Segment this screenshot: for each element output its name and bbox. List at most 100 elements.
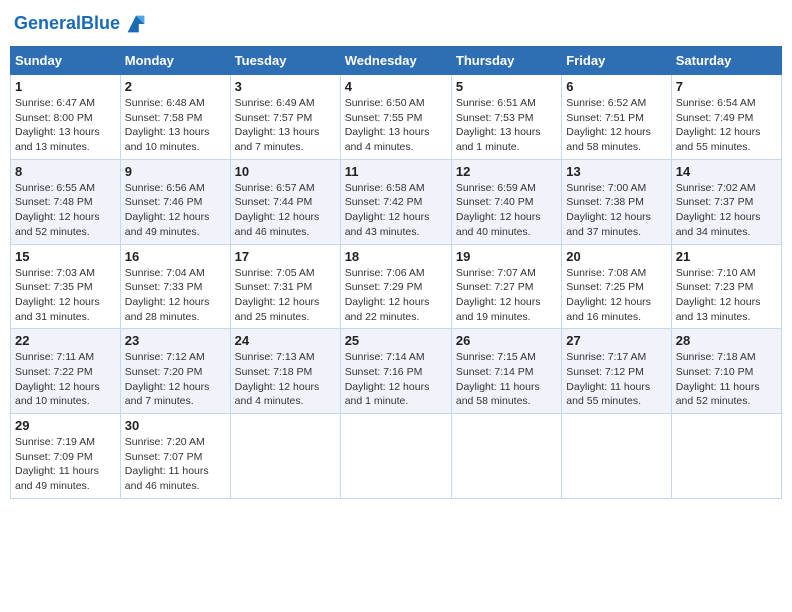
calendar-cell: 15Sunrise: 7:03 AMSunset: 7:35 PMDayligh…	[11, 244, 121, 329]
day-info: Sunrise: 6:56 AMSunset: 7:46 PMDaylight:…	[125, 181, 226, 240]
calendar-week-row: 22 Sunrise: 7:11 AMSunset: 7:22 PMDayligh…	[11, 329, 782, 414]
day-number: 11	[345, 164, 447, 179]
day-number: 3	[235, 79, 336, 94]
calendar-cell: 29Sunrise: 7:19 AMSunset: 7:09 PMDayligh…	[11, 414, 121, 499]
day-info: Sunrise: 6:48 AMSunset: 7:58 PMDaylight:…	[125, 96, 226, 155]
day-info: Sunrise: 6:51 AMSunset: 7:53 PMDaylight:…	[456, 96, 557, 155]
calendar-cell: 3 Sunrise: 6:49 AMSunset: 7:57 PMDaylight…	[230, 75, 340, 160]
calendar-cell: 27 Sunrise: 7:17 AMSunset: 7:12 PMDayligh…	[562, 329, 671, 414]
header-friday: Friday	[562, 47, 671, 75]
day-info: Sunrise: 7:05 AMSunset: 7:31 PMDaylight:…	[235, 266, 336, 325]
day-info: Sunrise: 7:18 AMSunset: 7:10 PMDaylight:…	[676, 350, 777, 409]
logo-general: General	[14, 13, 81, 33]
calendar-cell: 5 Sunrise: 6:51 AMSunset: 7:53 PMDaylight…	[451, 75, 561, 160]
day-info: Sunrise: 7:20 AMSunset: 7:07 PMDaylight:…	[125, 435, 226, 494]
calendar-cell	[562, 414, 671, 499]
calendar-cell: 17 Sunrise: 7:05 AMSunset: 7:31 PMDayligh…	[230, 244, 340, 329]
header-tuesday: Tuesday	[230, 47, 340, 75]
calendar-cell: 7 Sunrise: 6:54 AMSunset: 7:49 PMDaylight…	[671, 75, 781, 160]
day-number: 5	[456, 79, 557, 94]
day-number: 16	[125, 249, 226, 264]
day-info: Sunrise: 6:47 AMSunset: 8:00 PMDaylight:…	[15, 96, 116, 155]
calendar-cell: 23 Sunrise: 7:12 AMSunset: 7:20 PMDayligh…	[120, 329, 230, 414]
logo-icon	[122, 10, 150, 38]
day-info: Sunrise: 7:19 AMSunset: 7:09 PMDaylight:…	[15, 435, 116, 494]
calendar-cell	[230, 414, 340, 499]
day-number: 20	[566, 249, 666, 264]
day-info: Sunrise: 6:54 AMSunset: 7:49 PMDaylight:…	[676, 96, 777, 155]
calendar-cell: 13Sunrise: 7:00 AMSunset: 7:38 PMDayligh…	[562, 159, 671, 244]
day-number: 6	[566, 79, 666, 94]
day-info: Sunrise: 6:58 AMSunset: 7:42 PMDaylight:…	[345, 181, 447, 240]
day-number: 12	[456, 164, 557, 179]
calendar-week-row: 15Sunrise: 7:03 AMSunset: 7:35 PMDayligh…	[11, 244, 782, 329]
day-number: 8	[15, 164, 116, 179]
day-info: Sunrise: 6:49 AMSunset: 7:57 PMDaylight:…	[235, 96, 336, 155]
calendar-cell: 4Sunrise: 6:50 AMSunset: 7:55 PMDaylight…	[340, 75, 451, 160]
header-thursday: Thursday	[451, 47, 561, 75]
header-monday: Monday	[120, 47, 230, 75]
day-number: 17	[235, 249, 336, 264]
day-info: Sunrise: 6:59 AMSunset: 7:40 PMDaylight:…	[456, 181, 557, 240]
calendar-cell: 6Sunrise: 6:52 AMSunset: 7:51 PMDaylight…	[562, 75, 671, 160]
calendar-cell: 26 Sunrise: 7:15 AMSunset: 7:14 PMDayligh…	[451, 329, 561, 414]
calendar-cell: 1 Sunrise: 6:47 AMSunset: 8:00 PMDaylight…	[11, 75, 121, 160]
calendar-week-row: 8 Sunrise: 6:55 AMSunset: 7:48 PMDaylight…	[11, 159, 782, 244]
day-info: Sunrise: 7:11 AMSunset: 7:22 PMDaylight:…	[15, 350, 116, 409]
day-info: Sunrise: 7:15 AMSunset: 7:14 PMDaylight:…	[456, 350, 557, 409]
logo-blue: Blue	[81, 13, 120, 33]
calendar-cell: 11 Sunrise: 6:58 AMSunset: 7:42 PMDayligh…	[340, 159, 451, 244]
page: GeneralBlue Sunday Monday Tuesday Wednes…	[0, 0, 792, 509]
calendar-cell: 28 Sunrise: 7:18 AMSunset: 7:10 PMDayligh…	[671, 329, 781, 414]
calendar-cell: 21 Sunrise: 7:10 AMSunset: 7:23 PMDayligh…	[671, 244, 781, 329]
logo: GeneralBlue	[14, 10, 150, 38]
day-number: 2	[125, 79, 226, 94]
day-info: Sunrise: 7:06 AMSunset: 7:29 PMDaylight:…	[345, 266, 447, 325]
calendar-cell: 18Sunrise: 7:06 AMSunset: 7:29 PMDayligh…	[340, 244, 451, 329]
day-number: 1	[15, 79, 116, 94]
day-number: 23	[125, 333, 226, 348]
calendar-cell: 9Sunrise: 6:56 AMSunset: 7:46 PMDaylight…	[120, 159, 230, 244]
calendar-cell	[671, 414, 781, 499]
day-info: Sunrise: 7:10 AMSunset: 7:23 PMDaylight:…	[676, 266, 777, 325]
day-number: 19	[456, 249, 557, 264]
day-number: 22	[15, 333, 116, 348]
day-number: 27	[566, 333, 666, 348]
day-info: Sunrise: 7:04 AMSunset: 7:33 PMDaylight:…	[125, 266, 226, 325]
day-number: 25	[345, 333, 447, 348]
day-number: 21	[676, 249, 777, 264]
calendar-cell: 22 Sunrise: 7:11 AMSunset: 7:22 PMDayligh…	[11, 329, 121, 414]
day-number: 14	[676, 164, 777, 179]
header-wednesday: Wednesday	[340, 47, 451, 75]
day-number: 10	[235, 164, 336, 179]
calendar-cell: 20Sunrise: 7:08 AMSunset: 7:25 PMDayligh…	[562, 244, 671, 329]
calendar-cell: 10 Sunrise: 6:57 AMSunset: 7:44 PMDayligh…	[230, 159, 340, 244]
day-info: Sunrise: 7:12 AMSunset: 7:20 PMDaylight:…	[125, 350, 226, 409]
calendar-cell: 8 Sunrise: 6:55 AMSunset: 7:48 PMDaylight…	[11, 159, 121, 244]
day-number: 26	[456, 333, 557, 348]
header-sunday: Sunday	[11, 47, 121, 75]
calendar-cell: 25Sunrise: 7:14 AMSunset: 7:16 PMDayligh…	[340, 329, 451, 414]
header: GeneralBlue	[10, 10, 782, 38]
calendar-cell	[340, 414, 451, 499]
calendar-cell: 30Sunrise: 7:20 AMSunset: 7:07 PMDayligh…	[120, 414, 230, 499]
day-number: 4	[345, 79, 447, 94]
calendar-cell: 14Sunrise: 7:02 AMSunset: 7:37 PMDayligh…	[671, 159, 781, 244]
calendar-header-row: Sunday Monday Tuesday Wednesday Thursday…	[11, 47, 782, 75]
header-saturday: Saturday	[671, 47, 781, 75]
day-info: Sunrise: 7:03 AMSunset: 7:35 PMDaylight:…	[15, 266, 116, 325]
calendar-cell: 19Sunrise: 7:07 AMSunset: 7:27 PMDayligh…	[451, 244, 561, 329]
day-info: Sunrise: 7:17 AMSunset: 7:12 PMDaylight:…	[566, 350, 666, 409]
day-number: 24	[235, 333, 336, 348]
calendar-week-row: 29Sunrise: 7:19 AMSunset: 7:09 PMDayligh…	[11, 414, 782, 499]
calendar-cell: 12 Sunrise: 6:59 AMSunset: 7:40 PMDayligh…	[451, 159, 561, 244]
calendar-cell: 2 Sunrise: 6:48 AMSunset: 7:58 PMDaylight…	[120, 75, 230, 160]
day-number: 13	[566, 164, 666, 179]
calendar-cell: 16 Sunrise: 7:04 AMSunset: 7:33 PMDayligh…	[120, 244, 230, 329]
day-number: 7	[676, 79, 777, 94]
day-number: 28	[676, 333, 777, 348]
day-info: Sunrise: 6:55 AMSunset: 7:48 PMDaylight:…	[15, 181, 116, 240]
calendar-cell	[451, 414, 561, 499]
day-info: Sunrise: 6:57 AMSunset: 7:44 PMDaylight:…	[235, 181, 336, 240]
calendar-table: Sunday Monday Tuesday Wednesday Thursday…	[10, 46, 782, 499]
